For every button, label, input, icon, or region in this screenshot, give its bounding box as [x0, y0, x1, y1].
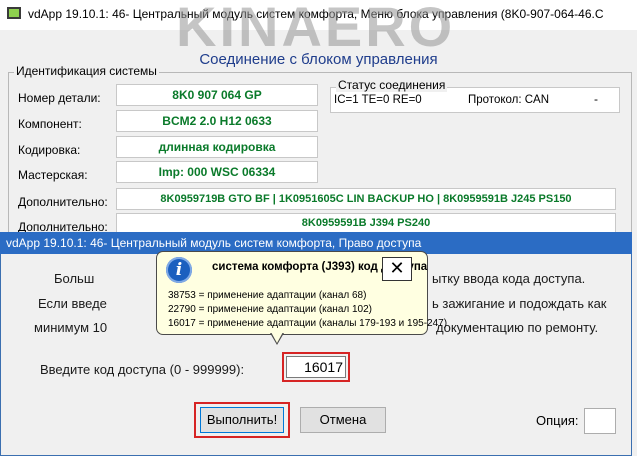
access-code-label: Введите код доступа (0 - 999999): [40, 362, 245, 377]
app-icon [7, 7, 21, 19]
additional-field-2: 8K0959591B J394 PS240 [116, 213, 616, 233]
connection-protocol: Протокол: CAN [468, 94, 550, 106]
additional-field-1: 8K0959719B GTO BF | 1K0951605C LIN BACKU… [116, 188, 616, 210]
connection-indicator: - [594, 92, 598, 106]
tooltip-line-1: 38753 = применение адаптации (канал 68) [168, 290, 367, 301]
coding-field: длинная кодировка [116, 136, 318, 158]
part-number-label: Номер детали: [18, 91, 101, 105]
dialog-text-line2-left: Если введе [38, 296, 107, 311]
dialog-text-line3-right: документацию по ремонту. [436, 320, 599, 335]
dialog-text-line2-right: ь зажигание и подождать как [432, 296, 607, 311]
access-dialog-title: vdApp 19.10.1: 46- Центральный модуль си… [6, 236, 422, 250]
option-label: Опция: [536, 413, 579, 428]
cancel-button[interactable]: Отмена [300, 407, 386, 433]
part-number-field: 8K0 907 064 GP [116, 84, 318, 106]
execute-button[interactable]: Выполнить! [200, 407, 284, 433]
connection-status-values: IC=1 TE=0 RE=0 [334, 94, 422, 106]
workshop-field: Imp: 000 WSC 06334 [116, 161, 318, 183]
additional-label-1: Дополнительно: [18, 195, 108, 209]
close-icon[interactable]: ✕ [382, 257, 412, 281]
dialog-text-line1-left: Больш [54, 271, 95, 286]
tooltip-line-2: 22790 = применение адаптации (канал 102) [168, 304, 373, 315]
option-input[interactable] [584, 408, 616, 434]
coding-label: Кодировка: [18, 143, 81, 157]
access-code-input[interactable]: 16017 [286, 356, 346, 378]
connection-status-title: Статус соединения [336, 78, 448, 92]
tooltip-line-3: 16017 = применение адаптации (каналы 179… [168, 318, 448, 329]
dialog-text-line3-left: минимум 10 [34, 320, 108, 335]
tooltip-tail-fill [271, 332, 283, 343]
workshop-label: Мастерская: [18, 168, 88, 182]
identification-group-title: Идентификация системы [14, 64, 159, 78]
dialog-text-line1-right: ытку ввода кода доступа. [432, 271, 586, 286]
info-icon: i [166, 257, 192, 283]
component-field: BCM2 2.0 H12 0633 [116, 110, 318, 132]
component-label: Компонент: [18, 117, 82, 131]
